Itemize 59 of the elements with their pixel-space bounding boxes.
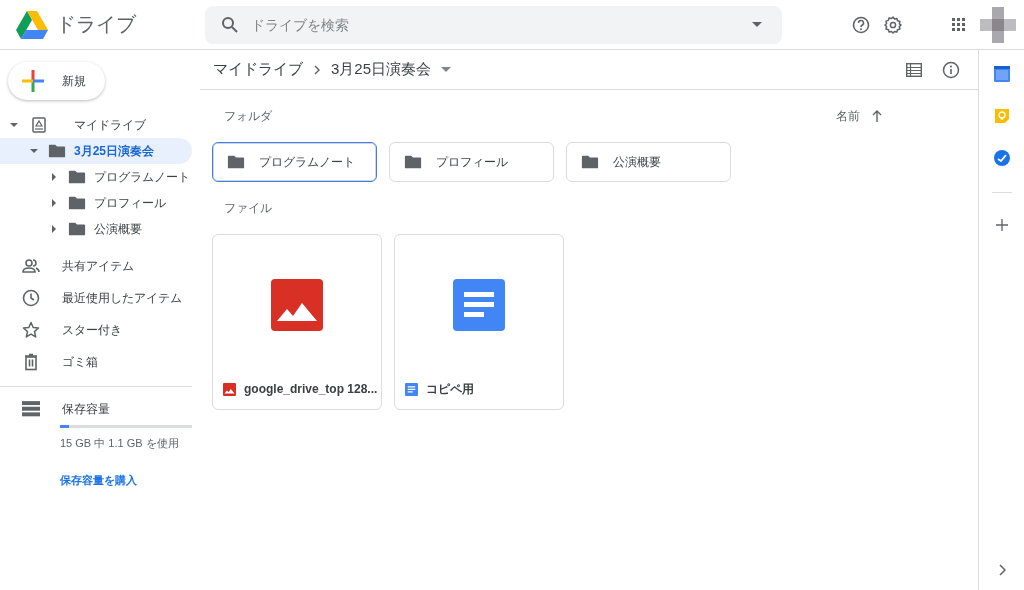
search-icon xyxy=(221,15,239,34)
drive-icon xyxy=(30,117,48,133)
apps-grid-icon[interactable] xyxy=(952,17,966,32)
storage-usage: 15 GB 中 1.1 GB を使用 xyxy=(60,436,180,451)
nav-item[interactable]: 共有アイテム xyxy=(0,250,200,282)
add-icon[interactable] xyxy=(995,219,1008,231)
tree-item[interactable]: 公演概要 xyxy=(0,216,192,242)
nav-item[interactable]: スター付き xyxy=(0,314,200,346)
sort-label[interactable]: 名前 xyxy=(836,107,860,125)
buy-storage-link[interactable]: 保存容量を購入 xyxy=(60,473,137,488)
section-heading: ファイル xyxy=(224,199,272,217)
document-file-icon xyxy=(405,382,418,396)
avatar-icon[interactable] xyxy=(980,6,1016,43)
dropdown-icon[interactable] xyxy=(752,21,762,28)
image-file-icon xyxy=(223,382,236,396)
tree-item[interactable]: プログラムノート xyxy=(0,164,192,190)
app-name: ドライブ xyxy=(56,12,136,37)
storage-icon xyxy=(22,401,40,417)
folder-card[interactable]: 公演概要 xyxy=(566,142,731,182)
tree-item[interactable]: 3月25日演奏会 xyxy=(0,138,192,164)
arrow-up-icon[interactable] xyxy=(872,110,882,122)
settings-icon[interactable] xyxy=(884,15,902,34)
document-thumbnail-icon xyxy=(453,279,505,331)
tree-item[interactable]: プロフィール xyxy=(0,190,192,216)
trash-icon xyxy=(22,353,40,371)
star-icon xyxy=(22,321,40,339)
plus-icon xyxy=(22,70,44,92)
drive-logo-icon xyxy=(16,10,48,39)
folder-card[interactable]: プロフィール xyxy=(389,142,554,182)
tree-item[interactable]: マイドライブ xyxy=(0,112,192,138)
calendar-icon[interactable] xyxy=(993,66,1010,82)
folder-icon xyxy=(48,143,66,159)
search-field[interactable]: ドライブを検索 xyxy=(205,5,782,44)
storage-label: 保存容量 xyxy=(62,400,110,418)
folder-icon xyxy=(404,154,422,170)
clock-icon xyxy=(22,289,40,307)
help-icon[interactable] xyxy=(852,15,870,34)
folder-card[interactable]: プログラムノート xyxy=(212,142,377,182)
image-thumbnail-icon xyxy=(271,279,323,331)
file-card[interactable]: コピペ用 xyxy=(394,234,564,410)
section-heading: フォルダ xyxy=(224,107,272,125)
folder-icon xyxy=(68,221,86,237)
breadcrumb-item[interactable]: 3月25日演奏会 xyxy=(331,60,432,79)
chevron-right-icon[interactable] xyxy=(997,564,1006,576)
folder-icon xyxy=(68,169,86,185)
nav-item[interactable]: 最近使用したアイテム xyxy=(0,282,200,314)
nav-item[interactable]: ゴミ箱 xyxy=(0,346,200,378)
list-view-icon[interactable] xyxy=(906,62,922,77)
folder-icon xyxy=(227,154,245,170)
chevron-right-icon xyxy=(313,64,321,75)
dropdown-icon[interactable] xyxy=(441,66,452,73)
people-icon xyxy=(22,257,40,275)
folder-icon xyxy=(581,154,599,170)
info-icon[interactable] xyxy=(942,60,960,79)
folder-icon xyxy=(68,195,86,211)
tasks-icon[interactable] xyxy=(993,150,1010,166)
new-button[interactable]: 新規 xyxy=(8,62,105,100)
file-card[interactable]: google_drive_top 128... xyxy=(212,234,382,410)
breadcrumb-item[interactable]: マイドライブ xyxy=(213,60,303,79)
